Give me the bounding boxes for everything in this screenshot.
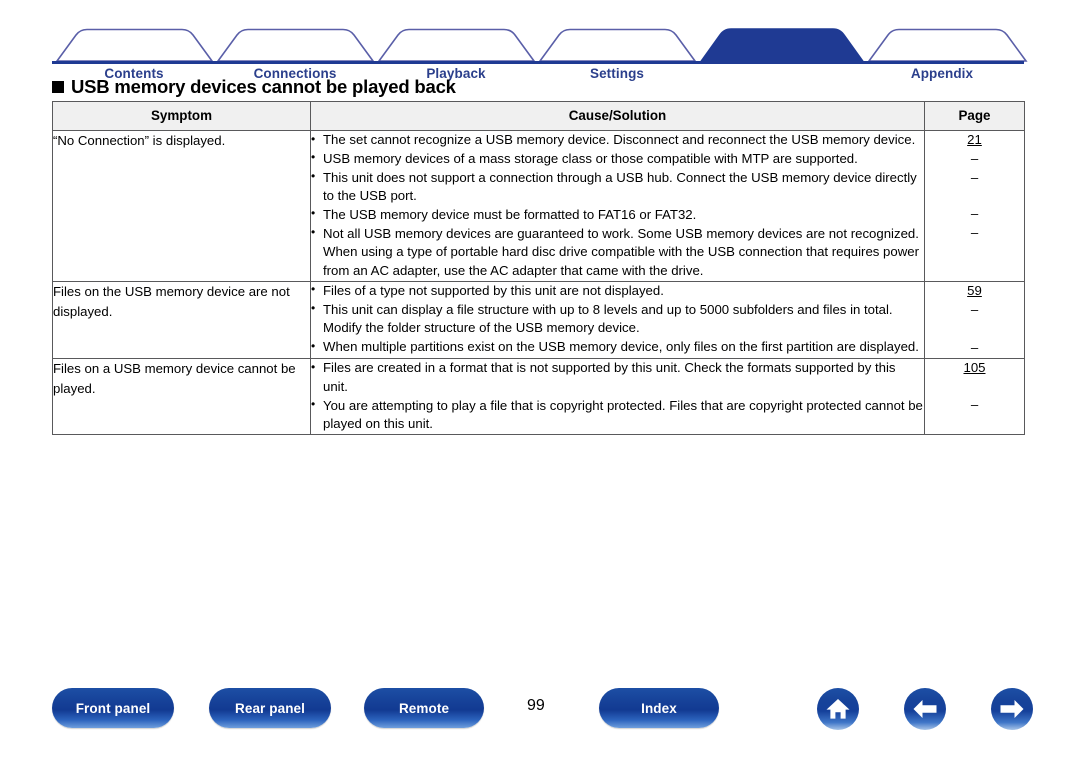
cause-list: Files are created in a format that is no… — [311, 359, 924, 434]
page-ref-item: – — [925, 169, 1024, 188]
tab-shape-connections[interactable] — [216, 28, 375, 62]
tab-shape-playback[interactable] — [377, 28, 536, 62]
cause-item: The USB memory device must be formatted … — [311, 205, 924, 225]
cause-item: Not all USB memory devices are guarantee… — [311, 224, 924, 281]
column-header-cause: Cause/Solution — [310, 100, 925, 132]
cause-item: The set cannot recognize a USB memory de… — [311, 131, 924, 150]
page-ref-item: – — [925, 301, 1024, 320]
tab-bar-rule — [52, 61, 1024, 64]
page-ref-none: – — [970, 224, 979, 240]
page-title: USB memory devices cannot be played back — [52, 76, 456, 98]
page-cell: 105 – — [924, 358, 1025, 436]
troubleshooting-table: Symptom Cause/Solution Page “No Connecti… — [52, 100, 1025, 436]
rear-panel-button[interactable]: Rear panel — [209, 688, 331, 728]
page-ref-none: – — [970, 206, 979, 222]
cause-list: Files of a type not supported by this un… — [311, 281, 924, 357]
index-label: Index — [641, 700, 677, 716]
cause-item: Files of a type not supported by this un… — [311, 281, 924, 301]
cause-item: USB memory devices of a mass storage cla… — [311, 149, 924, 169]
front-panel-label: Front panel — [75, 700, 151, 716]
remote-button[interactable]: Remote — [364, 688, 484, 728]
tab-label-appendix[interactable]: Appendix — [911, 66, 973, 81]
front-panel-button[interactable]: Front panel — [52, 688, 174, 728]
index-button[interactable]: Index — [599, 688, 719, 728]
page-ref-item[interactable]: 59 — [925, 282, 1024, 301]
cause-cell: Files are created in a format that is no… — [310, 358, 925, 436]
remote-label: Remote — [398, 700, 450, 716]
rear-panel-label: Rear panel — [234, 700, 306, 716]
tab-bar-shapes — [52, 28, 1028, 64]
page-ref-link[interactable]: 105 — [963, 360, 985, 375]
tab-shape-settings[interactable] — [538, 28, 697, 62]
page-ref-list: 21 – – – – — [925, 131, 1024, 243]
page-ref-item[interactable]: 105 — [925, 359, 1024, 378]
page-ref-item: – — [925, 339, 1024, 358]
table-row: “No Connection” is displayed.The set can… — [52, 130, 1025, 282]
tab-label-tips[interactable]: Tips — [768, 66, 796, 81]
page-ref-item: – — [925, 150, 1024, 169]
home-button[interactable] — [817, 688, 859, 730]
tab-label-settings[interactable]: Settings — [590, 66, 644, 81]
symptom-cell: Files on a USB memory device cannot be p… — [52, 358, 311, 436]
square-bullet-icon — [52, 81, 64, 93]
page-ref-link[interactable]: 59 — [967, 283, 982, 298]
page-title-text: USB memory devices cannot be played back — [71, 76, 456, 97]
cause-item: This unit can display a file structure w… — [311, 300, 924, 338]
tab-shape-appendix[interactable] — [867, 28, 1028, 62]
page-ref-none: – — [970, 301, 979, 317]
page-ref-list: 105 – — [925, 359, 1024, 414]
page-cell: 59 – – — [924, 280, 1025, 360]
forward-button[interactable] — [991, 688, 1033, 730]
page-ref-link[interactable]: 21 — [967, 132, 982, 147]
tab-shape-contents[interactable] — [55, 28, 214, 62]
symptom-cell: “No Connection” is displayed. — [52, 130, 311, 282]
page-ref-item: – — [925, 205, 1024, 224]
cause-item: When multiple partitions exist on the US… — [311, 338, 924, 357]
table-row: Files on the USB memory device are not d… — [52, 280, 1025, 360]
page-number: 99 — [527, 697, 545, 714]
page-ref-none: – — [970, 340, 979, 356]
symptom-cell: Files on the USB memory device are not d… — [52, 280, 311, 360]
page-ref-list: 59 – – — [925, 282, 1024, 358]
page-ref-none: – — [970, 169, 979, 185]
page-ref-none: – — [970, 396, 979, 412]
column-header-symptom: Symptom — [52, 100, 311, 132]
arrow-left-icon — [913, 700, 937, 718]
table-row: Files on a USB memory device cannot be p… — [52, 358, 1025, 436]
footer-nav: Front panel Rear panel Remote 99 Index — [0, 688, 1080, 736]
cause-cell: The set cannot recognize a USB memory de… — [310, 130, 925, 282]
page-cell: 21 – – – – — [924, 130, 1025, 282]
column-header-page: Page — [924, 100, 1025, 132]
tab-shape-tips[interactable] — [699, 28, 865, 63]
page-ref-item: – — [925, 396, 1024, 415]
tab-bar: Contents Connections Playback Settings T… — [0, 26, 1080, 81]
page-ref-item[interactable]: 21 — [925, 131, 1024, 150]
page-ref-none: – — [970, 150, 979, 166]
home-icon — [826, 699, 850, 719]
cause-item: This unit does not support a connection … — [311, 168, 924, 206]
back-button[interactable] — [904, 688, 946, 730]
arrow-right-icon — [1000, 700, 1024, 718]
table-body: “No Connection” is displayed.The set can… — [52, 130, 1025, 436]
cause-item: You are attempting to play a file that i… — [311, 396, 924, 434]
cause-cell: Files of a type not supported by this un… — [310, 280, 925, 360]
page-ref-item: – — [925, 224, 1024, 243]
cause-list: The set cannot recognize a USB memory de… — [311, 131, 924, 281]
table-header-row: Symptom Cause/Solution Page — [52, 100, 1025, 132]
cause-item: Files are created in a format that is no… — [311, 359, 924, 396]
